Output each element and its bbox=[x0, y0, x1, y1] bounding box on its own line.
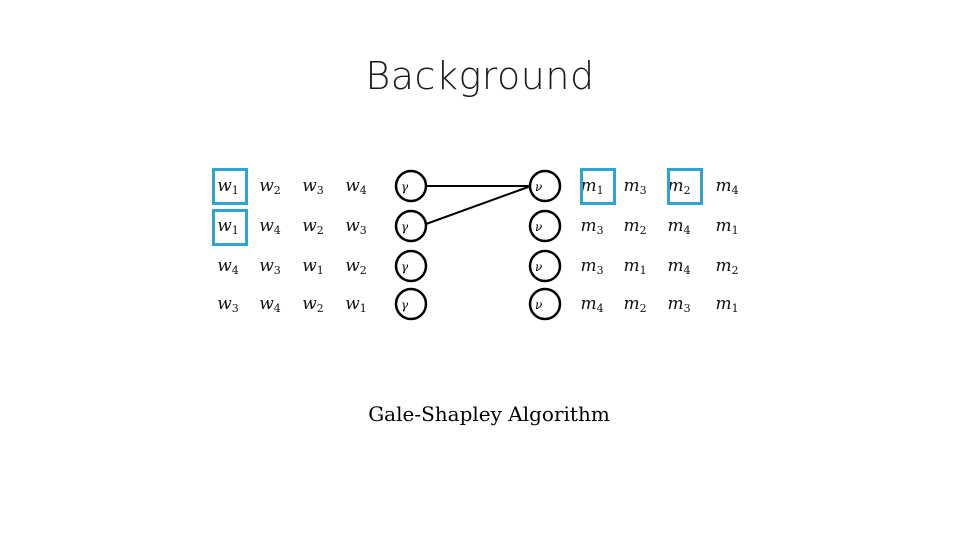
woman-node-label: ν bbox=[535, 260, 542, 274]
man-node-label: γ bbox=[401, 260, 409, 274]
matching-graph: γ γ γ γ ν ν ν ν bbox=[394, 169, 562, 321]
diagram-caption: Gale-Shapley Algorithm bbox=[368, 402, 610, 426]
man-node-label: γ bbox=[401, 220, 409, 234]
woman-node-label: ν bbox=[535, 298, 542, 312]
proposal-edge bbox=[425, 185, 532, 225]
man-node-label: γ bbox=[401, 180, 409, 194]
man-node-label: γ bbox=[401, 298, 409, 312]
woman-node-label: ν bbox=[535, 220, 542, 234]
woman-node-label: ν bbox=[535, 180, 542, 194]
